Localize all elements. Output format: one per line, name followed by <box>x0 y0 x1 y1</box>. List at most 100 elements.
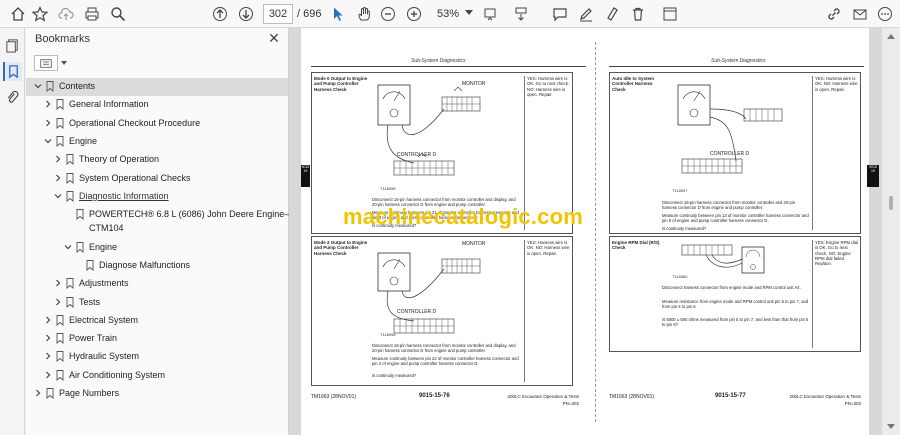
upload-cloud-icon[interactable] <box>56 4 76 24</box>
bookmark-row[interactable]: Theory of Operation <box>26 151 288 169</box>
zoom-in-icon[interactable] <box>404 4 424 24</box>
bookmark-row[interactable]: Diagnostic Information <box>26 188 288 206</box>
bookmark-row[interactable]: Contents <box>26 78 288 96</box>
prev-page-icon[interactable] <box>210 4 230 24</box>
chevron-right-icon[interactable] <box>54 298 62 306</box>
bookmark-row[interactable]: Engine <box>26 133 288 151</box>
rpm-dial-diagram <box>681 244 765 274</box>
pen-icon[interactable] <box>576 4 596 24</box>
multimeter-diagram <box>677 84 783 174</box>
bookmark-row[interactable]: Power Train <box>26 330 288 348</box>
document-viewport[interactable]: Sub-System Diagnostics Mode 0 Output to … <box>289 28 900 435</box>
chevron-right-icon[interactable] <box>34 389 42 397</box>
bookmark-label: Power Train <box>69 333 118 344</box>
bookmark-row[interactable]: Hydraulic System <box>26 348 288 366</box>
email-icon[interactable] <box>850 4 870 24</box>
section-body-3: Is continuity measured? <box>662 226 707 231</box>
page-view-icon[interactable] <box>660 4 680 24</box>
chevron-right-icon[interactable] <box>44 119 52 127</box>
scroll-down-icon[interactable] <box>887 424 895 429</box>
left-page-header: Sub-System Diagnostics <box>411 58 466 64</box>
delete-icon[interactable] <box>628 4 648 24</box>
chevron-right-icon[interactable] <box>44 352 52 360</box>
highlight-icon[interactable] <box>602 4 622 24</box>
bookmark-icon <box>46 81 54 92</box>
chevron-down-icon[interactable] <box>44 137 52 145</box>
bookmark-row[interactable]: Tests <box>26 294 288 312</box>
more-options-icon[interactable] <box>875 4 895 24</box>
bookmark-row[interactable]: General Information <box>26 96 288 114</box>
attachments-icon[interactable] <box>3 88 22 107</box>
close-panel-button[interactable]: ✕ <box>267 31 281 45</box>
page-fit-icon[interactable] <box>480 4 500 24</box>
select-cursor-icon[interactable] <box>328 4 348 24</box>
multimeter-diagram <box>377 84 481 176</box>
navigation-rail <box>0 28 25 435</box>
bookmark-row[interactable]: Page Numbers <box>26 385 288 403</box>
bookmark-icon <box>56 314 64 326</box>
page-divider <box>595 42 596 422</box>
bookmark-icon <box>66 190 74 202</box>
bookmark-row[interactable]: System Operational Checks <box>26 170 288 188</box>
scroll-mode-icon[interactable] <box>511 4 531 24</box>
bookmark-row[interactable]: POWERTECH® 6.8 L (6086) John Deere Engin… <box>26 206 309 238</box>
section-title: Auto Idle to System Controller Harness C… <box>612 76 655 92</box>
left-footer-pn: PN=302 <box>562 401 579 406</box>
print-icon[interactable] <box>82 4 102 24</box>
bookmark-row[interactable]: Air Conditioning System <box>26 367 288 385</box>
share-link-icon[interactable] <box>824 4 844 24</box>
watermark-text: machinecatalogic.com <box>343 204 583 229</box>
section-body-1: Disconnect harness connector from engine… <box>662 285 801 290</box>
zoom-dropdown-icon[interactable] <box>465 10 473 15</box>
page-number-input[interactable]: 302 <box>263 4 293 24</box>
scroll-thumb[interactable] <box>889 196 893 210</box>
chevron-right-icon[interactable] <box>54 174 62 182</box>
options-dropdown-icon[interactable] <box>61 61 67 65</box>
chevron-right-icon[interactable] <box>44 371 52 379</box>
section-body-2: Measure continuity between pin 22 of mon… <box>372 356 519 367</box>
right-page-header: Sub-System Diagnostics <box>711 58 766 64</box>
list-options-icon <box>40 58 52 68</box>
hand-icon[interactable] <box>354 4 374 24</box>
bookmark-label: Air Conditioning System <box>69 369 166 380</box>
bookmark-options-button[interactable] <box>34 55 58 71</box>
next-page-icon[interactable] <box>236 4 256 24</box>
left-footer-title: 200LC Excavator Operation & Tests <box>507 394 579 399</box>
zoom-out-icon[interactable] <box>378 4 398 24</box>
bookmark-icon <box>56 135 64 147</box>
chevron-right-icon[interactable] <box>54 279 62 287</box>
zoom-level[interactable]: 53% <box>437 4 459 24</box>
chevron-right-icon[interactable] <box>44 316 52 324</box>
bookmark-icon <box>66 296 74 308</box>
bookmark-label-continued: CTM104 <box>89 223 124 234</box>
bookmark-row[interactable]: Adjustments <box>26 275 288 293</box>
main-toolbar: 302 / 696 53% <box>0 0 900 28</box>
vertical-scrollbar[interactable] <box>882 28 900 435</box>
scroll-up-icon[interactable] <box>887 34 895 39</box>
section-result: YES: Harness wire is OK. NO: Harness wir… <box>812 76 860 230</box>
bookmark-label: POWERTECH® 6.8 L (6086) John Deere Engin… <box>89 209 310 220</box>
chevron-right-icon[interactable] <box>44 334 52 342</box>
section-body-3: Is 5000 ± 500 ohms measured from pin 5 t… <box>662 317 809 328</box>
chevron-right-icon[interactable] <box>44 100 52 108</box>
chevron-down-icon[interactable] <box>34 82 42 90</box>
bookmark-label: Engine <box>89 241 118 252</box>
bookmark-row[interactable]: Electrical System <box>26 312 288 330</box>
pages-thumbnails-icon[interactable] <box>3 36 22 55</box>
chevron-down-icon[interactable] <box>54 192 62 200</box>
figure-id: T118097 <box>672 188 688 193</box>
chevron-down-icon[interactable] <box>64 243 72 251</box>
search-icon[interactable] <box>108 4 128 24</box>
bookmark-row[interactable]: Engine <box>26 239 288 257</box>
section-body-1: Disconnect 16-pin harness connector from… <box>372 343 516 354</box>
figure-id: T118096 <box>380 332 396 337</box>
bookmarks-icon[interactable] <box>3 62 22 81</box>
bookmark-row[interactable]: Diagnose Malfunctions <box>26 257 288 275</box>
bookmark-row[interactable]: Operational Checkout Procedure <box>26 115 288 133</box>
home-icon[interactable] <box>8 4 28 24</box>
comment-icon[interactable] <box>550 4 570 24</box>
right-footer-page: 9015-15-77 <box>715 393 746 399</box>
chevron-right-icon[interactable] <box>54 155 62 163</box>
star-icon[interactable] <box>30 4 50 24</box>
section-tab-right: 9015 15 <box>867 165 879 187</box>
